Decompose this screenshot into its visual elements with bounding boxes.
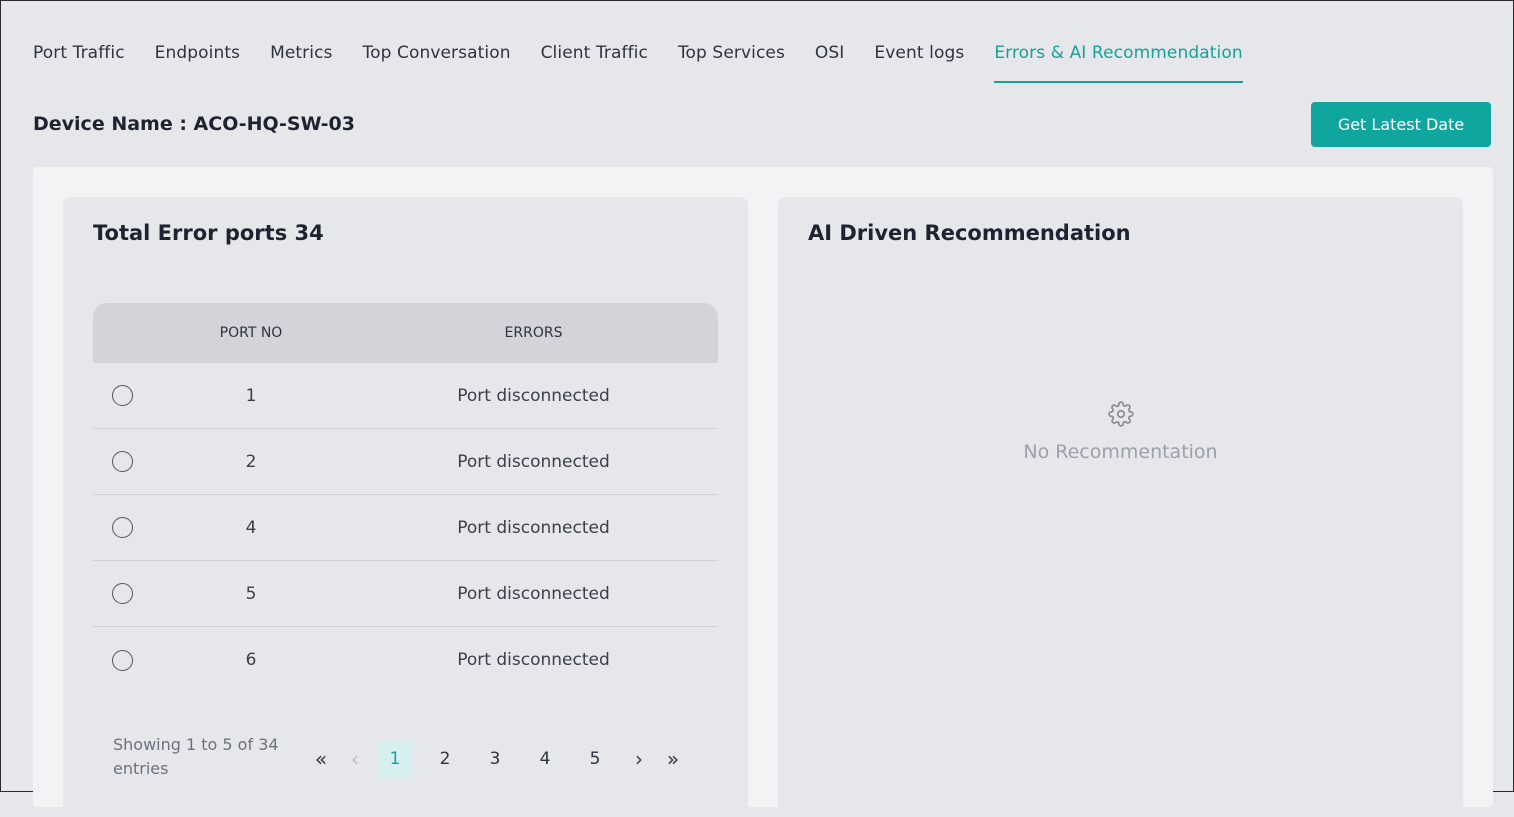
tab-endpoints[interactable]: Endpoints	[155, 39, 240, 83]
tab-top-conversation[interactable]: Top Conversation	[362, 39, 510, 83]
pagination-info: Showing 1 to 5 of 34 entries	[113, 735, 279, 778]
tab-metrics[interactable]: Metrics	[270, 39, 332, 83]
ai-recommendation-card: AI Driven Recommendation No Recommentati…	[778, 197, 1463, 817]
error-cell: Port disconnected	[457, 583, 610, 604]
table-header: PORT NO ERRORS	[93, 303, 718, 363]
last-page-button[interactable]: »	[661, 741, 685, 777]
previous-page-button[interactable]: ‹	[343, 741, 367, 777]
row-radio-button[interactable]	[112, 649, 133, 671]
tab-osi[interactable]: OSI	[815, 39, 845, 83]
first-page-button[interactable]: «	[309, 741, 333, 777]
port-number-cell: 6	[245, 650, 257, 670]
port-number-cell: 4	[245, 517, 257, 538]
device-header: Device Name : ACO-HQ-SW-03 Get Latest Da…	[33, 102, 1491, 149]
pagination-controls: « ‹ 1 2 3 4 5 › »	[309, 741, 695, 777]
row-radio-button[interactable]	[112, 517, 133, 538]
table-row: 6 Port disconnected	[93, 627, 718, 693]
error-cell: Port disconnected	[457, 650, 610, 670]
error-ports-title: Total Error ports 34	[93, 221, 324, 245]
error-ports-card: Total Error ports 34 PORT NO ERRORS 1 Po…	[63, 197, 748, 817]
tab-bar: Port Traffic Endpoints Metrics Top Conve…	[33, 39, 1273, 83]
page-button-4[interactable]: 4	[527, 741, 563, 777]
device-name-title: Device Name : ACO-HQ-SW-03	[33, 113, 355, 135]
no-recommendation-text: No Recommentation	[1023, 441, 1218, 463]
header-errors: ERRORS	[504, 325, 563, 341]
table-row: 1 Port disconnected	[93, 363, 718, 429]
app-frame: Port Traffic Endpoints Metrics Top Conve…	[0, 0, 1514, 817]
tab-event-logs[interactable]: Event logs	[874, 39, 964, 83]
next-page-button[interactable]: ›	[627, 741, 651, 777]
error-cell: Port disconnected	[457, 517, 610, 538]
get-latest-date-button[interactable]: Get Latest Date	[1311, 102, 1491, 147]
tab-port-traffic[interactable]: Port Traffic	[33, 39, 125, 83]
port-number-cell: 1	[245, 385, 257, 406]
page-button-2[interactable]: 2	[427, 741, 463, 777]
tab-client-traffic[interactable]: Client Traffic	[541, 39, 648, 83]
gear-icon	[1107, 401, 1134, 427]
tab-errors-ai-recommendation[interactable]: Errors & AI Recommendation	[994, 39, 1243, 83]
page-button-1[interactable]: 1	[377, 741, 413, 777]
table-row: 2 Port disconnected	[93, 429, 718, 495]
table-row: 4 Port disconnected	[93, 495, 718, 561]
pagination: Showing 1 to 5 of 34 entries « ‹ 1 2 3 4…	[113, 731, 713, 785]
ai-recommendation-title: AI Driven Recommendation	[808, 221, 1131, 245]
page-button-5[interactable]: 5	[577, 741, 613, 777]
table-row: 5 Port disconnected	[93, 561, 718, 627]
row-radio-button[interactable]	[112, 451, 133, 472]
row-radio-button[interactable]	[112, 583, 133, 604]
row-radio-button[interactable]	[112, 385, 133, 406]
header-port-no: PORT NO	[219, 325, 283, 341]
port-number-cell: 5	[245, 583, 257, 604]
error-ports-table: PORT NO ERRORS 1 Port disconnected 2 Por…	[93, 303, 718, 693]
tab-top-services[interactable]: Top Services	[678, 39, 785, 83]
error-cell: Port disconnected	[457, 385, 610, 406]
empty-state: No Recommentation	[778, 401, 1463, 463]
content-panel: Total Error ports 34 PORT NO ERRORS 1 Po…	[33, 167, 1493, 817]
port-number-cell: 2	[245, 451, 257, 472]
error-cell: Port disconnected	[457, 451, 610, 472]
page-button-3[interactable]: 3	[477, 741, 513, 777]
